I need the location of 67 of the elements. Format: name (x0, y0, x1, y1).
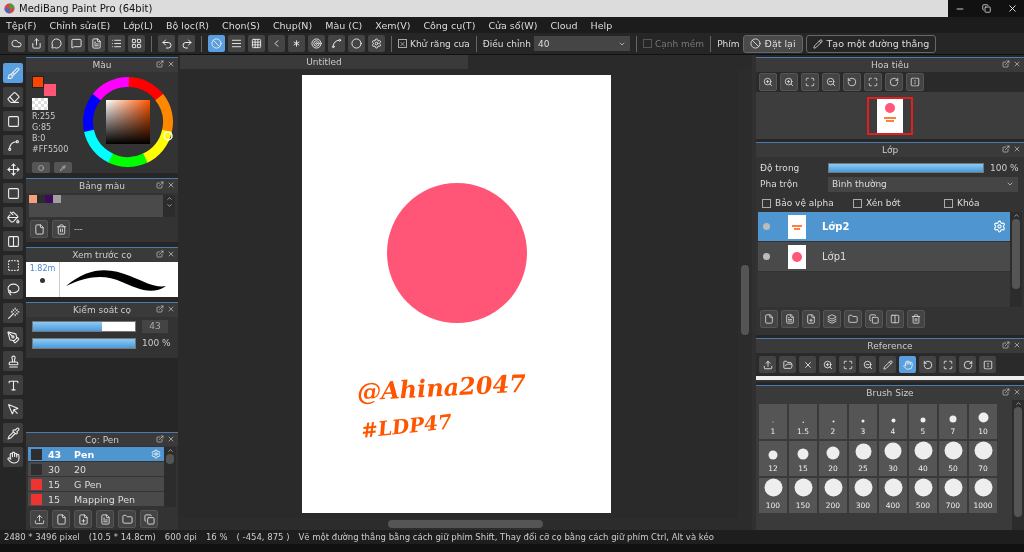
layer-name: Lớp1 (822, 251, 848, 262)
rgb-value: B:0 (32, 134, 47, 143)
menu-item[interactable]: Công cụ(T) (423, 19, 476, 31)
menu-item[interactable]: Cloud (550, 19, 578, 31)
menu-item[interactable]: Xem(V) (375, 19, 411, 31)
adjust-select[interactable]: 40 (534, 36, 630, 51)
key-label: Phím (717, 38, 740, 49)
brush-size: 15 (48, 493, 62, 505)
panel-title: Bảng màu (79, 181, 125, 191)
panel-title: Reference (867, 341, 913, 351)
menu-item[interactable]: Chỉnh sửa(E) (49, 19, 111, 31)
handwritten-text: #LDP47 (359, 409, 453, 443)
brush-item[interactable]: 30 20 (28, 462, 164, 477)
brush-size: 30 (48, 463, 62, 475)
reset-button[interactable]: Đặt lại (742, 34, 803, 53)
palette-name: --- (74, 224, 83, 234)
field-label: Điều chỉnh (482, 38, 531, 49)
rgb-value: G:85 (32, 123, 53, 132)
layer-item[interactable]: Lớp1 (758, 242, 1010, 272)
menu-item[interactable]: Help (590, 19, 613, 31)
checkbox-label: Bảo vệ alpha (775, 198, 835, 208)
brush-size-value: 43 (142, 319, 168, 333)
checkbox-label: Khử răng cưa (410, 38, 470, 49)
document-tab[interactable]: Untitled (180, 55, 468, 69)
window-title: MediBang Paint Pro (64bit) (19, 3, 154, 14)
layer-opacity-value: 100 % (990, 162, 1019, 173)
hex-value: #FF5500 (32, 145, 70, 154)
panel-title: Brush Size (866, 388, 914, 398)
status-text: (10.5 * 14.8cm) (88, 532, 156, 542)
panel-title: Màu (92, 60, 112, 70)
checkbox-label: Xén bớt (866, 198, 902, 208)
menu-item[interactable]: Cửa sổ(W) (488, 19, 538, 31)
status-hint: Vẽ một đường thẳng bằng cách giữ phím Shift, Thay đổi cỡ cọ bằng cách giữ phím Ctrl, Alt và kéo (298, 532, 714, 542)
menu-item[interactable]: Tệp(F) (6, 19, 37, 31)
menu-item[interactable]: Bộ lọc(R) (165, 19, 209, 31)
menu-item[interactable]: Chọn(S) (222, 19, 260, 31)
blend-mode-select[interactable]: Bình thường (828, 176, 1018, 192)
brush-size: 15 (48, 478, 62, 490)
brush-item[interactable]: 15 Mapping Pen (28, 492, 164, 507)
status-text: 2480 * 3496 pixel (4, 532, 80, 542)
status-text: 600 dpi (164, 532, 197, 542)
brush-item[interactable]: 15 G Pen (28, 477, 164, 492)
brush-name: 20 (74, 463, 88, 475)
field-label: Độ trong (760, 162, 801, 173)
panel-title: Cọ: Pen (85, 434, 119, 445)
status-text: ( -454, 875 ) (236, 532, 290, 542)
opacity-value: 100 % (142, 338, 171, 348)
brush-size: 43 (48, 448, 63, 460)
panel-title: Lớp (881, 145, 899, 155)
status-text: 16 % (205, 532, 228, 542)
menu-item[interactable]: Chụp(N) (272, 19, 313, 31)
checkbox-label: Cạnh mềm (655, 38, 705, 49)
panel-title: Kiểm soát cọ (72, 305, 132, 315)
rgb-value: R:255 (32, 112, 57, 121)
menu-item[interactable]: Màu (C) (325, 19, 363, 31)
straight-line-button[interactable]: Tạo một đường thẳng (805, 34, 937, 53)
panel-title: Hoa tiêu (871, 60, 909, 70)
brush-name: G Pen (74, 478, 103, 490)
checkbox-label: Khóa (957, 198, 981, 208)
brush-name: Mapping Pen (74, 493, 137, 505)
brush-name: Pen (74, 448, 96, 460)
brush-size-label: 1.82m (29, 264, 56, 273)
panel-title: Xem trước cọ (72, 250, 132, 260)
field-label: Pha trộn (760, 179, 799, 189)
layer-name: Lớp2 (822, 221, 851, 232)
menu-item[interactable]: Lớp(L) (123, 19, 153, 31)
handwritten-text: @Ahina2047 (356, 368, 527, 407)
